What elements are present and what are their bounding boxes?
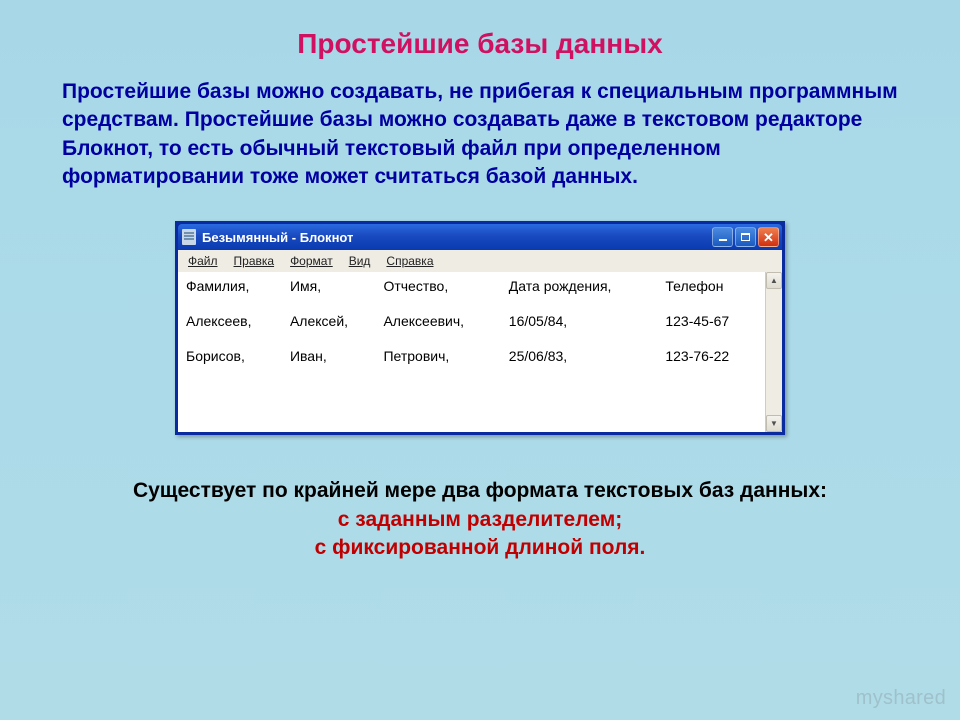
- data-row: Алексеев, Алексей, Алексеевич, 16/05/84,…: [182, 313, 763, 330]
- header-row: Фамилия, Имя, Отчество, Дата рождения, Т…: [182, 278, 763, 295]
- close-icon: ✕: [763, 231, 774, 244]
- chevron-up-icon: ▲: [770, 276, 778, 285]
- slide-title: Простейшие базы данных: [0, 0, 960, 78]
- maximize-button[interactable]: [735, 227, 756, 247]
- footer-text: Существует по крайней мере два формата т…: [0, 435, 960, 562]
- text-area[interactable]: Фамилия, Имя, Отчество, Дата рождения, Т…: [178, 272, 782, 432]
- menu-help[interactable]: Справка: [378, 252, 441, 270]
- col-patronymic: Отчество,: [379, 278, 504, 295]
- notepad-icon: [182, 229, 196, 245]
- notepad-window-wrap: Безымянный - Блокнот ✕ Файл Правка Форма…: [0, 221, 960, 435]
- menu-file[interactable]: Файл: [180, 252, 226, 270]
- footer-line-3: с фиксированной длиной поля.: [0, 534, 960, 562]
- titlebar[interactable]: Безымянный - Блокнот ✕: [178, 224, 782, 250]
- window-title: Безымянный - Блокнот: [202, 230, 712, 245]
- window-controls: ✕: [712, 227, 779, 247]
- col-name: Имя,: [286, 278, 379, 295]
- data-row: Борисов, Иван, Петрович, 25/06/83, 123-7…: [182, 348, 763, 365]
- menu-edit[interactable]: Правка: [226, 252, 283, 270]
- scroll-up-button[interactable]: ▲: [766, 272, 782, 289]
- scroll-track[interactable]: [766, 289, 782, 415]
- chevron-down-icon: ▼: [770, 419, 778, 428]
- col-surname: Фамилия,: [182, 278, 286, 295]
- notepad-window: Безымянный - Блокнот ✕ Файл Правка Форма…: [175, 221, 785, 435]
- text-content[interactable]: Фамилия, Имя, Отчество, Дата рождения, Т…: [178, 272, 765, 432]
- col-birthdate: Дата рождения,: [505, 278, 662, 295]
- maximize-icon: [741, 233, 750, 241]
- minimize-button[interactable]: [712, 227, 733, 247]
- vertical-scrollbar[interactable]: ▲ ▼: [765, 272, 782, 432]
- footer-line-1: Существует по крайней мере два формата т…: [0, 477, 960, 505]
- minimize-icon: [719, 239, 727, 241]
- menubar: Файл Правка Формат Вид Справка: [178, 250, 782, 272]
- footer-line-2: с заданным разделителем;: [0, 506, 960, 534]
- menu-view[interactable]: Вид: [341, 252, 379, 270]
- watermark: myshared: [856, 687, 946, 710]
- menu-format[interactable]: Формат: [282, 252, 341, 270]
- intro-paragraph: Простейшие базы можно создавать, не приб…: [0, 78, 960, 191]
- col-phone: Телефон: [661, 278, 763, 295]
- close-button[interactable]: ✕: [758, 227, 779, 247]
- scroll-down-button[interactable]: ▼: [766, 415, 782, 432]
